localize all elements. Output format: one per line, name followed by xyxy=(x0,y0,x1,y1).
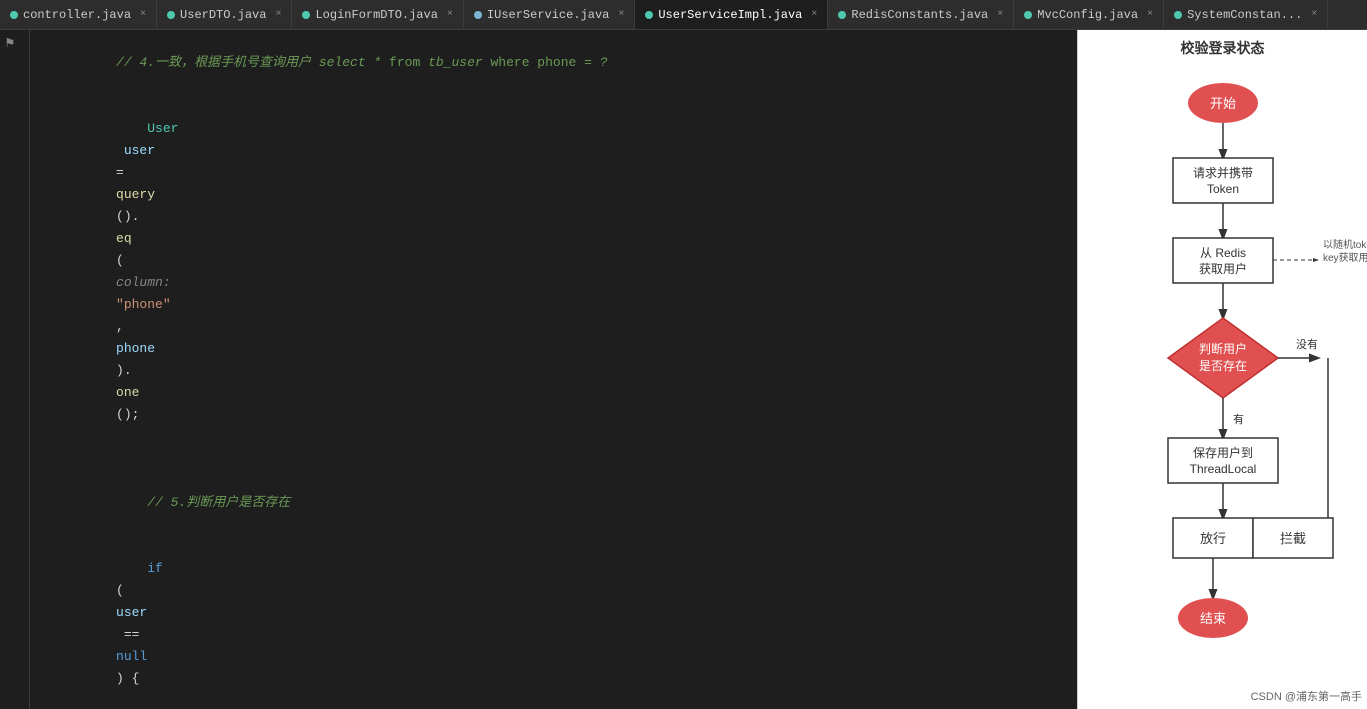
svg-text:从 Redis: 从 Redis xyxy=(1200,246,1246,260)
watermark: CSDN @浦东第一高手 xyxy=(1251,688,1362,704)
tab-bar: controller.java × UserDTO.java × LoginFo… xyxy=(0,0,1367,30)
tab-iuserservice[interactable]: IUserService.java × xyxy=(464,0,635,29)
svg-text:是否存在: 是否存在 xyxy=(1199,359,1247,373)
main-container: ⚑ // 4.一致，根据手机号查询用户 select * from tb_use… xyxy=(0,30,1367,709)
tab-controller[interactable]: controller.java × xyxy=(0,0,157,29)
svg-text:没有: 没有 xyxy=(1296,337,1318,351)
tab-close-mvcconfig[interactable]: × xyxy=(1147,9,1153,20)
tab-close-userserviceimpl[interactable]: × xyxy=(811,9,817,20)
tab-loginformdto[interactable]: LoginFormDTO.java × xyxy=(292,0,463,29)
tab-dot-controller xyxy=(10,11,18,19)
tab-close-controller[interactable]: × xyxy=(140,9,146,20)
tab-systemconst[interactable]: SystemConstan... × xyxy=(1164,0,1328,29)
tab-dot-mvcconfig xyxy=(1024,11,1032,19)
node-save xyxy=(1168,438,1278,483)
svg-text:放行: 放行 xyxy=(1200,531,1226,546)
tab-close-loginformdto[interactable]: × xyxy=(447,9,453,20)
code-line-2: User user = query (). eq ( column: "phon… xyxy=(30,96,1077,448)
svg-text:开始: 开始 xyxy=(1210,96,1236,111)
svg-text:保存用户到: 保存用户到 xyxy=(1193,445,1253,460)
tab-close-systemconst[interactable]: × xyxy=(1311,9,1317,20)
gutter-icon-1[interactable]: ⚑ xyxy=(6,35,24,53)
tab-dot-userdto xyxy=(167,11,175,19)
code-line-5: if ( user == null ) { xyxy=(30,536,1077,709)
left-gutter: ⚑ xyxy=(0,30,30,709)
tab-dot-loginformdto xyxy=(302,11,310,19)
diagram-title: 校验登录状态 xyxy=(1078,30,1367,63)
code-line-3 xyxy=(30,448,1077,470)
svg-text:Token: Token xyxy=(1207,182,1239,196)
code-area[interactable]: // 4.一致，根据手机号查询用户 select * from tb_user … xyxy=(30,30,1077,709)
svg-text:key获取用户: key获取用户 xyxy=(1323,251,1367,264)
svg-text:ThreadLocal: ThreadLocal xyxy=(1190,462,1257,476)
tab-dot-userserviceimpl xyxy=(645,11,653,19)
tab-close-redisconstants[interactable]: × xyxy=(997,9,1003,20)
svg-text:获取用户: 获取用户 xyxy=(1199,261,1247,276)
tab-dot-iuserservice xyxy=(474,11,482,19)
tab-userdto[interactable]: UserDTO.java × xyxy=(157,0,292,29)
svg-text:拦截: 拦截 xyxy=(1280,531,1306,546)
diagram-svg: 开始 请求并携带 Token 从 Redis 获取用户 以随机token key… xyxy=(1078,63,1367,707)
flowchart-svg: 开始 请求并携带 Token 从 Redis 获取用户 以随机token key… xyxy=(1078,63,1367,703)
code-line-4: // 5.判断用户是否存在 xyxy=(30,470,1077,536)
tab-dot-redisconstants xyxy=(838,11,846,19)
tab-userserviceimpl[interactable]: UserServiceImpl.java × xyxy=(635,0,828,29)
svg-text:判断用户: 判断用户 xyxy=(1199,341,1247,356)
tab-mvcconfig[interactable]: MvcConfig.java × xyxy=(1014,0,1164,29)
svg-text:结束: 结束 xyxy=(1200,611,1226,626)
node-redis xyxy=(1173,238,1273,283)
svg-text:请求并携带: 请求并携带 xyxy=(1193,165,1253,180)
tab-redisconstants[interactable]: RedisConstants.java × xyxy=(828,0,1014,29)
node-request xyxy=(1173,158,1273,203)
code-line-1: // 4.一致，根据手机号查询用户 select * from tb_user … xyxy=(30,30,1077,96)
tab-dot-systemconst xyxy=(1174,11,1182,19)
code-content: // 4.一致，根据手机号查询用户 select * from tb_user … xyxy=(30,30,1077,709)
tab-close-userdto[interactable]: × xyxy=(275,9,281,20)
node-judge xyxy=(1168,318,1278,398)
comment-1: // 4.一致，根据手机号查询用户 select * xyxy=(116,55,389,70)
diagram-panel: 校验登录状态 开始 请求并携带 Token 从 Redis 获取用户 xyxy=(1077,30,1367,709)
svg-text:有: 有 xyxy=(1233,412,1244,426)
tab-close-iuserservice[interactable]: × xyxy=(618,9,624,20)
svg-text:以随机token: 以随机token xyxy=(1323,238,1367,251)
